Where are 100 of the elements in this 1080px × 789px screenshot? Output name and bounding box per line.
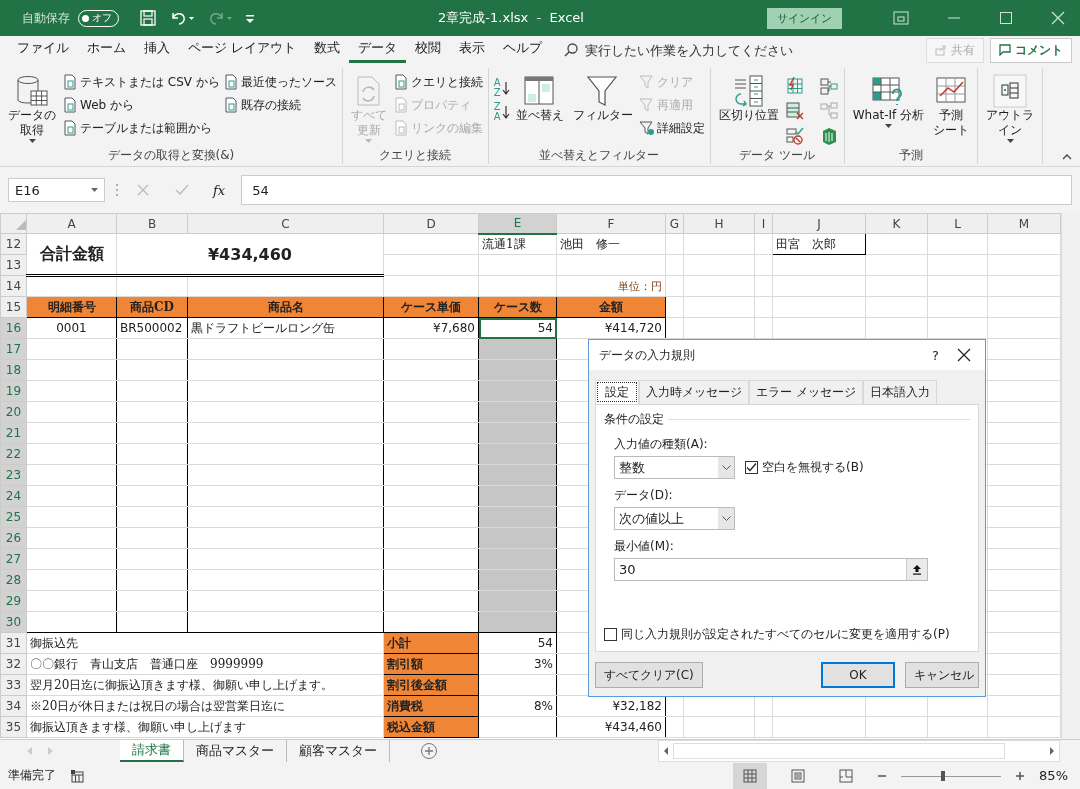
total-amount: ¥434,460 [208,244,292,264]
insert-function-button[interactable]: fx [207,182,232,198]
minimum-field[interactable]: 30 [614,558,928,581]
column-header[interactable]: M [987,213,1061,234]
ribbon-tab[interactable]: 校閲 [406,37,450,63]
ribbon-tab[interactable]: 数式 [305,37,349,63]
cancel-button[interactable]: キャンセル [905,662,979,688]
ribbon-tab[interactable]: ファイル [8,37,78,63]
zoom-in-icon[interactable] [1015,770,1026,781]
ribbon-tab[interactable]: ヘルプ [494,37,551,63]
column-header[interactable]: H [683,213,755,234]
row-header[interactable]: 27 [0,548,27,570]
ribbon-tab[interactable]: 挿入 [135,37,179,63]
row-header[interactable]: 18 [0,359,27,381]
column-header[interactable]: E [478,213,557,234]
flash-fill-icon[interactable] [784,76,805,96]
row-header[interactable]: 15 [0,296,27,318]
ribbon-button[interactable]: What-If 分析 [849,72,928,147]
ribbon-button[interactable]: クエリと接続 [392,72,483,92]
dialog-tab[interactable]: エラー メッセージ [749,380,863,404]
row-header[interactable]: 24 [0,485,27,507]
ribbon-tab[interactable]: ページ レイアウト [179,37,305,63]
zoom-slider[interactable] [901,768,1002,783]
help-button[interactable]: ? [932,347,939,363]
ribbon-button[interactable]: 並べ替え [512,72,567,147]
row-header[interactable]: 28 [0,569,27,591]
ribbon-tab[interactable]: ホーム [78,37,135,63]
customize-icon[interactable] [245,12,255,24]
row-header[interactable]: 22 [0,443,27,465]
ribbon-button[interactable]: 既存の接続 [222,95,337,115]
comment-button[interactable]: コメント [990,37,1072,63]
row-header[interactable]: 12 [0,233,27,255]
row-header[interactable]: 19 [0,380,27,402]
row-header[interactable]: 32 [0,653,27,675]
row-header[interactable]: 31 [0,632,27,654]
save-icon[interactable] [139,9,157,27]
column-header[interactable]: L [927,213,988,234]
column-header[interactable]: D [383,213,479,234]
apply-all-checkbox[interactable]: 同じ入力規則が設定されたすべてのセルに変更を適用する(P) [604,626,970,643]
macro-record-icon[interactable] [70,768,86,783]
type-dropdown[interactable]: 整数 [614,456,735,479]
horizontal-scrollbar[interactable] [658,740,1060,762]
collapse-ribbon-icon[interactable] [1062,154,1072,160]
row-header[interactable]: 14 [0,275,27,297]
ribbon-button[interactable]: 予測 シート [930,72,973,147]
ribbon-button[interactable]: 最近使ったソース [222,72,337,92]
dialog-tab[interactable]: 設定 [595,380,639,404]
tell-me-field[interactable]: 実行したい作業を入力してください [583,41,837,59]
close-icon[interactable] [957,348,971,362]
ribbon-button[interactable]: 区切り位置 [715,72,782,147]
view-button[interactable] [733,762,768,789]
column-header[interactable]: A [26,213,117,234]
column-header[interactable]: J [772,213,866,234]
ribbon-button[interactable]: 詳細設定 [638,118,705,138]
ribbon-button[interactable]: テーブルまたは範囲から [62,118,220,138]
sheet-tab[interactable]: 請求書 [120,740,184,762]
row-header[interactable]: 17 [0,338,27,360]
name-box[interactable]: E16 [8,178,105,202]
consolidate-icon[interactable] [818,76,839,96]
row-header[interactable]: 34 [0,695,27,717]
dialog-tab[interactable]: 入力時メッセージ [639,380,749,404]
ignore-blank-checkbox[interactable]: 空白を無視する(B) [745,459,864,476]
row-header[interactable]: 25 [0,506,27,528]
column-header[interactable]: K [865,213,928,234]
column-header[interactable]: B [116,213,188,234]
ribbon-tab[interactable]: データ [349,37,406,63]
row-header[interactable]: 30 [0,611,27,633]
validation-icon[interactable] [784,126,805,146]
table-cell: 0001 [56,321,87,335]
formula-field[interactable]: 54 [241,175,1072,205]
row-header[interactable]: 23 [0,464,27,486]
row-header[interactable]: 26 [0,527,27,549]
row-header[interactable]: 20 [0,401,27,423]
ribbon-button[interactable]: フィルター [569,72,636,147]
data-dropdown[interactable]: 次の値以上 [614,507,735,530]
zoom-level[interactable]: 85% [1039,768,1068,783]
signin-button[interactable]: サインイン [767,7,842,29]
selected-cell[interactable]: 54 [478,317,557,339]
up-arrow-icon[interactable] [912,564,922,575]
ribbon-button[interactable]: テキストまたは CSV から [62,72,220,92]
row-header[interactable]: 35 [0,716,27,738]
ribbon-button[interactable]: Web から [62,95,220,115]
vertical-scrollbar[interactable] [1061,213,1080,739]
column-header[interactable]: C [187,213,384,234]
row-header[interactable]: 29 [0,590,27,612]
clear-all-button[interactable]: すべてクリア(C) [595,662,703,688]
maximize-icon[interactable] [999,11,1013,25]
ribbon-button[interactable]: データの 取得 [5,72,59,147]
column-header[interactable]: F [556,213,666,234]
ok-button[interactable]: OK [821,662,895,688]
ribbon-tab[interactable]: 表示 [450,37,494,63]
ribbon-button[interactable]: アウトラ イン [983,72,1038,147]
add-sheet-icon[interactable] [420,742,438,760]
row-header[interactable]: 33 [0,674,27,696]
row-header[interactable]: 13 [0,254,27,276]
row-header[interactable]: 21 [0,422,27,444]
dialog-tab[interactable]: 日本語入力 [862,380,937,404]
ribbon-display-icon[interactable] [893,11,909,25]
row-header[interactable]: 16 [0,317,27,339]
remove-duplicates-icon[interactable] [784,101,805,121]
